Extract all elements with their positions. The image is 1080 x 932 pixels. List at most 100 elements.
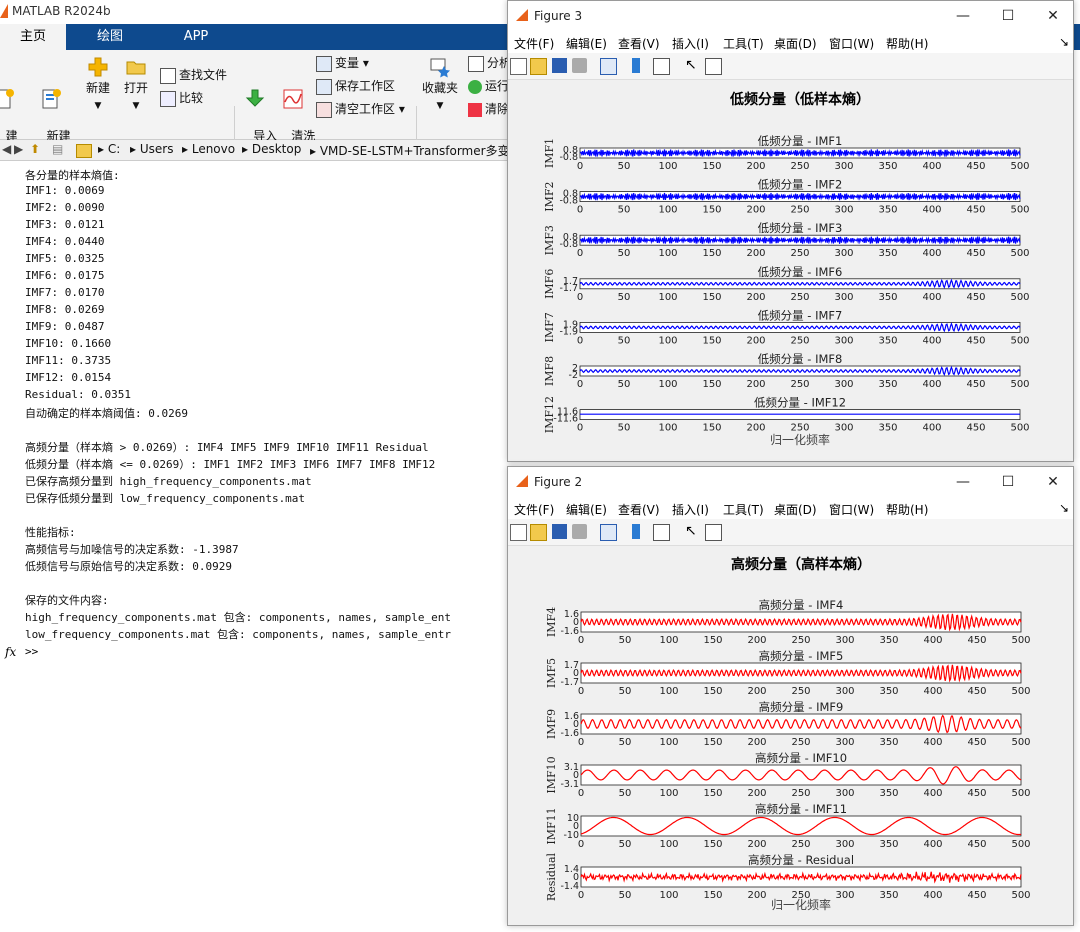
menu-item[interactable]: 文件(F) <box>514 35 554 52</box>
xtick-label: 50 <box>619 788 632 799</box>
open-file-icon[interactable] <box>530 524 547 541</box>
xtick-label: 500 <box>1010 423 1029 434</box>
menu-item[interactable]: 编辑(E) <box>566 35 607 52</box>
menu-item[interactable]: 窗口(W) <box>829 501 874 518</box>
minimize-button[interactable]: — <box>943 5 983 27</box>
xtick-label: 350 <box>878 205 897 216</box>
run-button[interactable]: 运行 <box>468 77 509 95</box>
menu-item[interactable]: 帮助(H) <box>886 501 928 518</box>
pointer-icon[interactable]: ↖ <box>685 58 700 73</box>
xtick-label: 150 <box>703 839 722 850</box>
command-window[interactable]: 各分量的样本熵值: IMF1: 0.0069 IMF2: 0.0090 IMF3: 0… <box>0 161 510 932</box>
compare-button[interactable]: 比较 <box>160 89 203 107</box>
console-line: 低频信号与原始信号的决定系数: 0.0929 <box>25 560 232 573</box>
favorites-button[interactable]: 收藏夹 ▼ <box>420 56 460 114</box>
open-file-icon[interactable] <box>530 58 547 75</box>
legend-icon[interactable] <box>653 58 670 75</box>
find-files-button[interactable]: 查找文件 <box>160 66 227 84</box>
print-icon[interactable] <box>572 58 587 73</box>
menu-item[interactable]: 查看(V) <box>618 35 660 52</box>
xtick-label: 200 <box>746 423 765 434</box>
save-icon[interactable] <box>552 58 567 73</box>
ribbon-toolstrip: 建 本 新建 实时脚本 新建▼ 打开▼ 查找文件 比较 文件 导入 数据 清洗 … <box>0 50 511 188</box>
property-editor-icon[interactable] <box>705 524 722 541</box>
dock-arrow-icon[interactable]: ↘ <box>1059 35 1069 49</box>
menu-item[interactable]: 帮助(H) <box>886 35 928 52</box>
ylabel: IMF6 <box>543 269 556 299</box>
menu-item[interactable]: 工具(T) <box>723 35 764 52</box>
tab-apps[interactable]: APP <box>166 24 226 50</box>
clear-workspace-icon <box>316 101 332 118</box>
menu-item[interactable]: 桌面(D) <box>774 501 817 518</box>
menu-item[interactable]: 窗口(W) <box>829 35 874 52</box>
crumb-lenovo-label: Lenovo <box>191 142 236 156</box>
maximize-button[interactable]: ☐ <box>988 471 1028 493</box>
xtick-label: 450 <box>967 839 986 850</box>
clear-workspace-button[interactable]: 清空工作区 ▾ <box>316 100 405 118</box>
new-figure-icon[interactable] <box>510 58 527 75</box>
new-label: 新建 <box>85 81 110 95</box>
figure3-window[interactable]: Figure 3 — ☐ ✕ 文件(F) 编辑(E) 查看(V) 插入(I) 工具(T)… <box>507 0 1074 462</box>
close-button[interactable]: ✕ <box>1033 471 1073 493</box>
maximize-button[interactable]: ☐ <box>988 5 1028 27</box>
figure-titlebar: Figure 2 — ☐ ✕ <box>508 467 1073 497</box>
pointer-icon[interactable]: ↖ <box>685 524 700 539</box>
link-plot-icon[interactable] <box>600 58 617 75</box>
import-arrow-icon <box>245 89 265 107</box>
close-button[interactable]: ✕ <box>1033 5 1073 27</box>
xtick-label: 500 <box>1010 335 1029 346</box>
crumb-desktop[interactable]: ▸ Desktop <box>242 142 301 156</box>
print-icon[interactable] <box>572 524 587 539</box>
favorites-star-icon <box>430 58 450 78</box>
subplot-title: 高频分量 - IMF11 <box>755 802 847 816</box>
menu-item[interactable]: 插入(I) <box>672 501 709 518</box>
dock-arrow-icon[interactable]: ↘ <box>1059 501 1069 515</box>
variable-label: 变量 <box>335 56 360 70</box>
tab-home[interactable]: 主页 <box>0 24 66 50</box>
clear-button[interactable]: 清除 <box>468 100 509 118</box>
property-editor-icon[interactable] <box>705 58 722 75</box>
crumb-drive[interactable]: ▸ C: <box>98 142 120 156</box>
menu-item[interactable]: 工具(T) <box>723 501 764 518</box>
legend-icon[interactable] <box>653 524 670 541</box>
ytick-label: -1.6 <box>560 728 579 739</box>
analyze-icon <box>468 55 484 72</box>
figure2-axes-group: 高频分量（高样本熵）高频分量 - IMF41.60-1.6IMF40 50 100 1… <box>545 556 1031 912</box>
analyze-button[interactable]: 分析 <box>468 54 511 72</box>
xtick-label: 400 <box>922 379 941 390</box>
new-figure-icon[interactable] <box>510 524 527 541</box>
menu-item[interactable]: 文件(F) <box>514 501 554 518</box>
minimize-button[interactable]: — <box>943 471 983 493</box>
tab-plots[interactable]: 绘图 <box>80 24 140 50</box>
colorbar-icon[interactable] <box>632 58 640 73</box>
xtick-label: 200 <box>747 890 766 901</box>
figure2-window[interactable]: Figure 2 — ☐ ✕ 文件(F) 编辑(E) 查看(V) 插入(I) 工具(T)… <box>507 466 1074 926</box>
xtick-label: 450 <box>966 161 985 172</box>
ytick-label: -11.6 <box>553 414 578 425</box>
variable-button[interactable]: 变量 ▾ <box>316 54 369 72</box>
crumb-users[interactable]: ▸ Users <box>130 142 173 156</box>
back-arrow-icon[interactable]: ◀ <box>2 142 11 156</box>
menu-item[interactable]: 桌面(D) <box>774 35 817 52</box>
forward-arrow-icon[interactable]: ▶ <box>14 142 23 156</box>
console-line: 各分量的样本熵值: <box>25 169 120 182</box>
browse-icon[interactable]: ▤ <box>52 142 63 156</box>
command-prompt[interactable]: >> <box>25 645 38 658</box>
menu-item[interactable]: 插入(I) <box>672 35 709 52</box>
xtick-label: 500 <box>1010 292 1029 303</box>
crumb-project[interactable]: ▸ VMD-SE-LSTM+Transformer多变量 <box>310 142 522 159</box>
open-button[interactable]: 打开 ▼ <box>120 56 152 114</box>
function-browser-icon[interactable]: fx <box>5 645 16 659</box>
colorbar-icon[interactable] <box>632 524 640 539</box>
xtick-label: 350 <box>878 292 897 303</box>
menu-item[interactable]: 查看(V) <box>618 501 660 518</box>
xtick-label: 350 <box>878 335 897 346</box>
up-folder-icon[interactable]: ⬆ <box>30 142 40 156</box>
save-icon[interactable] <box>552 524 567 539</box>
xtick-label: 200 <box>747 635 766 646</box>
menu-item[interactable]: 编辑(E) <box>566 501 607 518</box>
new-button[interactable]: 新建 ▼ <box>82 56 114 114</box>
crumb-lenovo[interactable]: ▸ Lenovo <box>182 142 235 156</box>
link-plot-icon[interactable] <box>600 524 617 541</box>
save-workspace-button[interactable]: 保存工作区 <box>316 77 395 95</box>
